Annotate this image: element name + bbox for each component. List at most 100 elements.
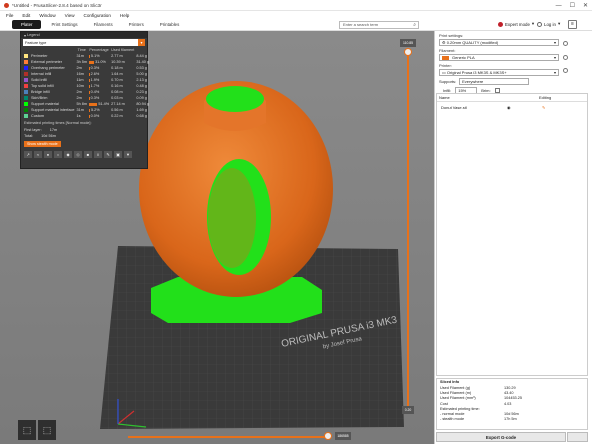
- legend-percentage-bar: [89, 114, 90, 118]
- sliced-info-value: 104453.25: [504, 396, 522, 401]
- legend-feature-name: Perimeter: [31, 54, 48, 58]
- object-name: Donut Vase.stl: [441, 105, 467, 110]
- legend-feature-name: Custom: [31, 114, 45, 118]
- color-change-icon[interactable]: ■: [84, 151, 92, 158]
- legend-color-swatch: [24, 114, 28, 118]
- custom-gcode-icon[interactable]: ✎: [104, 151, 112, 158]
- sliced-info-key: Used Filament (mm³): [440, 396, 476, 401]
- printer-gear-icon[interactable]: [563, 68, 568, 73]
- filament-gear-icon[interactable]: [563, 55, 568, 60]
- top-tab-bar: Plater Print Settings Filaments Printers…: [0, 19, 592, 31]
- legend-percentage-bar: [89, 66, 90, 70]
- sliced-info-key: Estimated printing time:: [440, 406, 480, 411]
- legend-color-swatch: [24, 78, 28, 82]
- legend-percentage-bar: [89, 102, 98, 106]
- maximize-button[interactable]: ☐: [570, 2, 575, 9]
- view-type-value: Feature type: [25, 40, 47, 45]
- menu-help[interactable]: Help: [120, 13, 129, 18]
- legend-feature-name: Top solid infill: [31, 84, 54, 88]
- legend-percentage-bar: [89, 108, 90, 112]
- legend-color-swatch: [24, 54, 28, 58]
- eye-icon[interactable]: ◉: [507, 105, 542, 110]
- menu-window[interactable]: Window: [39, 13, 55, 18]
- legend-percentage-bar: [89, 60, 94, 64]
- menu-configuration[interactable]: Configuration: [84, 13, 111, 18]
- legend-color-swatch: [24, 90, 28, 94]
- show-stealth-mode-button[interactable]: Show stealth mode: [24, 141, 61, 147]
- prusa-app-icon: [4, 2, 9, 8]
- preview-cube-icon[interactable]: ⬚: [38, 420, 56, 440]
- legend-percentage-value: 1.7%: [90, 84, 100, 88]
- legend-feature-name: Solid infill: [31, 78, 48, 82]
- legend-color-swatch: [24, 84, 28, 88]
- horizontal-slider-handle[interactable]: [324, 432, 332, 440]
- login-label: Log in: [544, 21, 556, 27]
- retraction-icon[interactable]: ●: [44, 151, 52, 158]
- legend-percentage-value: 0.4%: [90, 90, 100, 94]
- layer-vertical-slider[interactable]: 110.85 0.20: [400, 39, 416, 420]
- sliced-info-value: 43.40: [504, 390, 514, 395]
- filament-combo[interactable]: Generic PLA ▾: [439, 54, 559, 61]
- legend-percentage-value: 51.4%: [98, 102, 110, 106]
- chevron-down-icon: ▾: [553, 55, 556, 60]
- login-button[interactable]: Log in ▾: [537, 21, 560, 27]
- legend-percentage-value: 5.1%: [90, 54, 100, 58]
- edit-icon[interactable]: ✎: [542, 105, 545, 110]
- print-settings-combo[interactable]: ⚙ 0.20mm QUALITY (modified) ▾: [439, 39, 559, 46]
- top-layer-value: 110.85: [400, 39, 416, 47]
- export-menu-button[interactable]: [567, 432, 588, 442]
- object-list-header: Name Editing: [437, 94, 587, 102]
- mode-selector[interactable]: Expert mode ▾: [498, 21, 534, 27]
- tab-filaments[interactable]: Filaments: [88, 20, 119, 29]
- vertical-slider-top-handle[interactable]: [404, 48, 412, 56]
- supports-select[interactable]: Everywhere: [459, 78, 530, 85]
- tab-printers[interactable]: Printers: [123, 20, 150, 29]
- move-horizontal-slider[interactable]: 186585: [128, 432, 358, 442]
- legend-percentage-value: 31.0%: [95, 60, 106, 64]
- sliced-info-key: Cost: [440, 401, 448, 406]
- close-button[interactable]: ✕: [583, 2, 588, 9]
- sliced-info-value: 130.29: [504, 385, 516, 390]
- object-col-name: Name: [439, 95, 450, 100]
- print-settings-value: 0.20mm QUALITY (modified): [446, 40, 499, 45]
- shells-icon[interactable]: ▣: [114, 151, 122, 158]
- 3d-view-cube-icon[interactable]: ⬚: [18, 420, 36, 440]
- legend-color-swatch: [24, 108, 28, 112]
- seam-icon[interactable]: ◆: [64, 151, 72, 158]
- view-type-select[interactable]: Feature type ▾: [23, 39, 145, 46]
- print-settings-gear-icon[interactable]: [563, 41, 568, 46]
- legend-percentage-value: 5.2%: [90, 108, 100, 112]
- tab-print-settings[interactable]: Print Settings: [45, 20, 83, 29]
- export-gcode-button[interactable]: Export G-code: [436, 432, 566, 442]
- pause-icon[interactable]: ‖: [94, 151, 102, 158]
- print-settings-label: Print settings:: [439, 33, 464, 38]
- tab-printables[interactable]: Printables: [154, 20, 186, 29]
- horizontal-slider-value: 186585: [335, 432, 351, 440]
- legend-percentage-bar: [89, 90, 90, 94]
- deretraction-icon[interactable]: ○: [54, 151, 62, 158]
- minimize-button[interactable]: —: [556, 3, 562, 9]
- menu-view[interactable]: View: [65, 13, 75, 18]
- legend-feature-name: External perimeter: [31, 60, 63, 64]
- legend-option-icons: ↗ ≈ ● ○ ◆ ◇ ■ ‖ ✎ ▣ ▼: [21, 149, 147, 160]
- search-input[interactable]: Enter a search term ⌕: [339, 20, 419, 29]
- window-title: *Untitled - PrusaSlicer-2.8.4 based on S…: [12, 2, 102, 8]
- settings-icon[interactable]: ≡: [568, 20, 577, 29]
- bottom-layer-value: 0.20: [402, 406, 414, 414]
- object-row[interactable]: Donut Vase.stl ◉ ✎: [437, 102, 587, 113]
- tab-plater[interactable]: Plater: [12, 20, 42, 29]
- menu-file[interactable]: File: [6, 13, 13, 18]
- menu-edit[interactable]: Edit: [22, 13, 30, 18]
- legend-percentage-value: 1.9%: [90, 78, 100, 82]
- sliced-info-key: - stealth mode: [440, 417, 465, 422]
- legend-percentage-value: 0.3%: [90, 66, 100, 70]
- legend-header[interactable]: ▾ Legend: [21, 32, 147, 38]
- tool-marker-icon[interactable]: ▼: [124, 151, 132, 158]
- travel-icon[interactable]: ↗: [24, 151, 32, 158]
- tool-change-icon[interactable]: ◇: [74, 151, 82, 158]
- printer-combo[interactable]: ▭ Original Prusa i3 MK3S & MK3S+ ▾: [439, 69, 559, 76]
- chevron-down-icon: ▾: [557, 21, 561, 26]
- search-icon: ⌕: [413, 22, 416, 28]
- wipe-icon[interactable]: ≈: [34, 151, 42, 158]
- sliced-info-key: - normal mode: [440, 412, 465, 417]
